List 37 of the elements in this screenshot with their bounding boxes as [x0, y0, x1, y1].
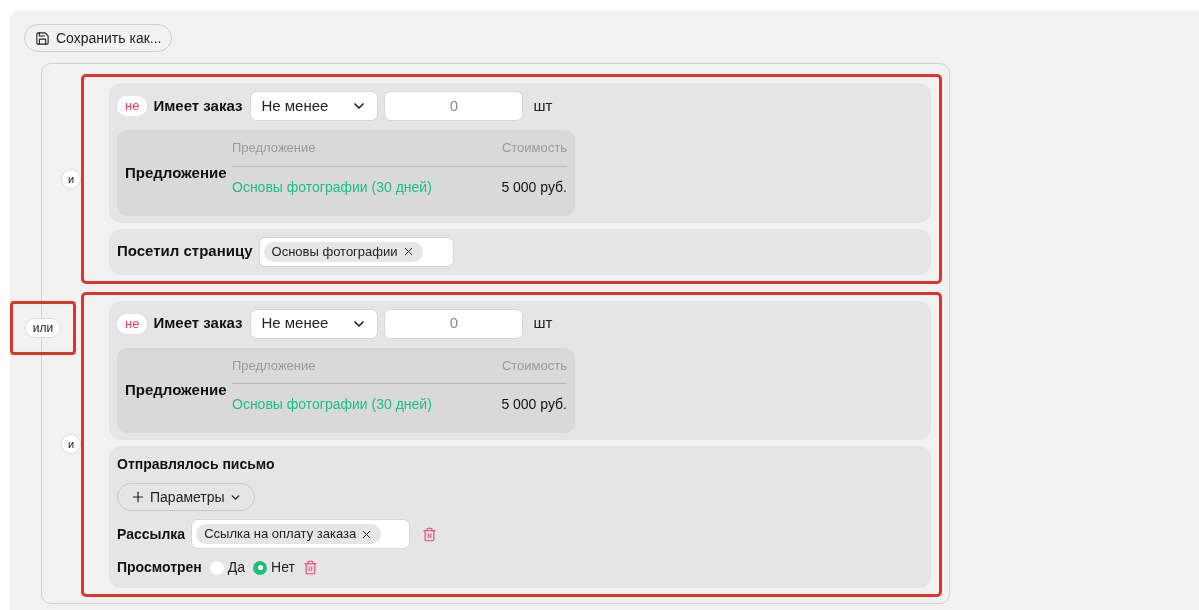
radio-label: Да — [227, 558, 246, 577]
condition-label: Отправлялось письмо — [117, 455, 276, 474]
radio-button[interactable] — [209, 560, 224, 575]
or-connector[interactable]: или — [24, 318, 62, 338]
condition-label: Посетил страницу — [117, 241, 253, 262]
condition-label: Имеет заказ — [153, 313, 243, 334]
column-header: Стоимость — [501, 356, 567, 375]
radio-label: Нет — [271, 558, 295, 577]
unit-label: шт — [533, 313, 553, 334]
column-header: Предложение — [232, 139, 316, 157]
and-connector[interactable]: и — [61, 168, 81, 189]
price-cell-text: 5 000 руб. — [501, 177, 567, 197]
offer-label: Предложение — [125, 380, 228, 400]
negate-toggle[interactable]: не — [117, 96, 148, 116]
negate-toggle[interactable]: не — [117, 313, 148, 334]
tags-field[interactable]: Ссылка на оплату заказа — [191, 519, 411, 549]
column-header: Стоимость — [501, 139, 567, 157]
count-field[interactable]: 0 — [384, 308, 524, 339]
trash-icon[interactable] — [302, 560, 318, 575]
operator-select[interactable]: Не менее — [250, 91, 379, 121]
condition-label: Имеет заказ — [153, 95, 243, 116]
price-cell-text: 5 000 руб. — [501, 395, 567, 414]
plus-icon — [130, 489, 146, 505]
unit-label: шт — [533, 95, 553, 116]
tag-chip: Ссылка на оплату заказа — [196, 524, 382, 544]
offer-label: Предложение — [125, 162, 228, 183]
radio-button[interactable] — [253, 560, 268, 575]
operator-select[interactable]: Не менее — [250, 308, 379, 339]
field-label: Просмотрен — [117, 558, 202, 577]
field-label: Рассылка — [117, 524, 186, 544]
tags-field[interactable]: Основы фотографии — [258, 236, 454, 267]
count-field[interactable]: 0 — [384, 91, 524, 121]
save-icon — [35, 30, 50, 46]
tag-chip: Основы фотографии — [263, 241, 423, 262]
trash-icon[interactable] — [422, 526, 438, 542]
and-connector[interactable]: и — [61, 434, 81, 455]
column-header: Предложение — [232, 356, 316, 375]
